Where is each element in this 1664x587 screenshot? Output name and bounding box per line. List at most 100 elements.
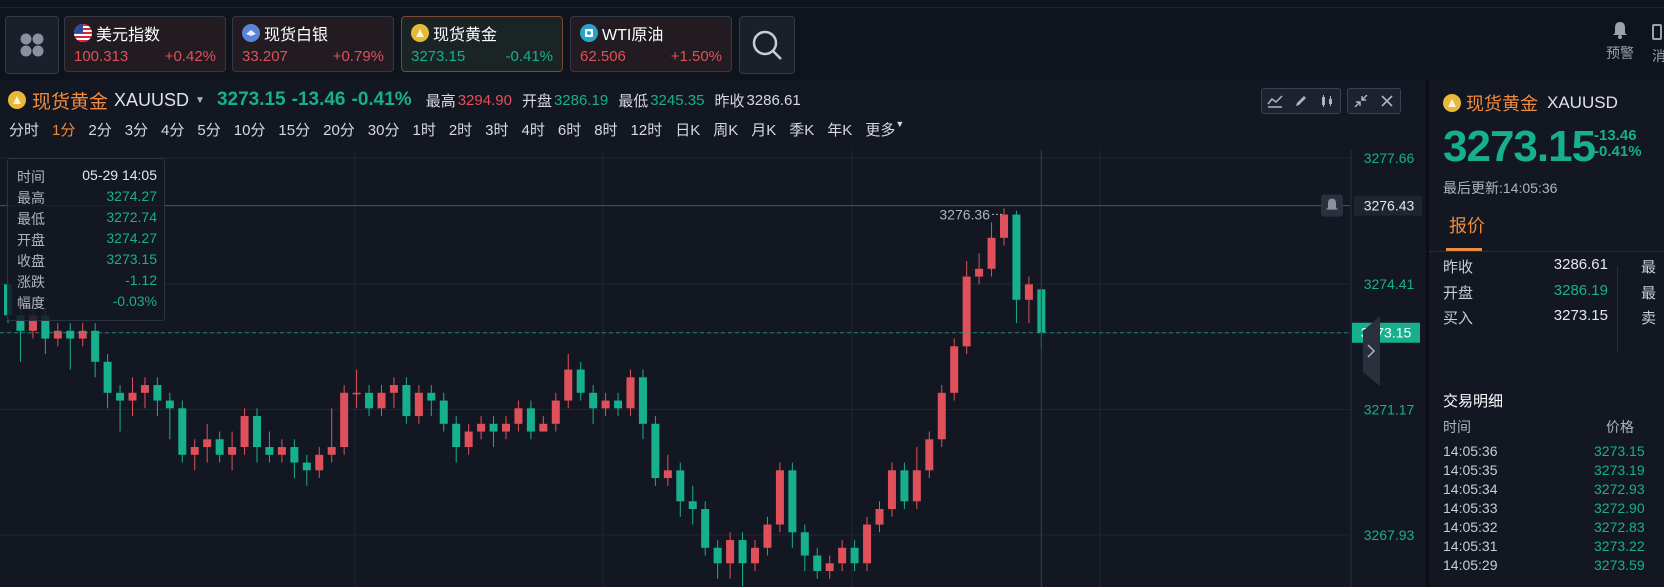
period-item[interactable]: 30分 (368, 119, 400, 141)
ticker-gold[interactable]: 现货黄金 3273.15 -0.41% (401, 16, 563, 72)
shrink-icon[interactable] (1348, 89, 1374, 113)
period-item[interactable]: 2分 (88, 119, 111, 141)
ticker-wti-oil[interactable]: WTI原油 62.506 +1.50% (570, 16, 732, 72)
high-value: 3294.90 (457, 91, 512, 109)
open-value: 3286.19 (553, 91, 609, 109)
period-item[interactable]: 2时 (449, 119, 472, 141)
candle-body (427, 392, 436, 401)
candle-body (539, 423, 548, 432)
period-item[interactable]: 1时 (412, 119, 435, 141)
price-change: -13.46 (291, 89, 346, 110)
candle-body (402, 385, 411, 417)
period-item[interactable]: 15分 (278, 119, 310, 141)
candle-body (688, 501, 697, 510)
ticker-silver[interactable]: 现货白银 33.207 +0.79% (232, 16, 394, 72)
period-more[interactable]: 更多 (865, 119, 895, 141)
candle-body (1000, 214, 1008, 238)
candle-body (253, 416, 261, 448)
candle-body (638, 377, 647, 424)
price-axis-label: 3267.93 (1364, 527, 1415, 543)
trade-row: 14:05:34 3272.93 (1443, 481, 1664, 499)
candle-body (937, 392, 946, 440)
trades-title: 交易明细 (1443, 393, 1504, 410)
chart-plot-area[interactable]: 3276.36 3277.66 3276.43 3274.41 3273.15 3271.… (0, 150, 1426, 587)
search-icon (752, 30, 782, 60)
open-label: 开盘 (521, 92, 552, 110)
edge-label: 消 (1652, 48, 1664, 64)
ticker-label: 美元指数 (96, 27, 161, 44)
tooltip-key: 最低 (17, 211, 45, 227)
edge-menu-item[interactable]: 消 (1652, 22, 1664, 68)
candle-body (78, 330, 87, 339)
search-button[interactable] (739, 16, 795, 74)
candle-body (452, 423, 461, 448)
candle-body (228, 447, 237, 455)
candle-body (365, 392, 374, 409)
ticker-usd-index[interactable]: 美元指数 100.313 +0.42% (64, 16, 226, 72)
period-item[interactable]: 季K (789, 119, 814, 141)
indicator-icon[interactable] (1262, 89, 1288, 113)
candle-body (53, 330, 62, 339)
candle-body (414, 392, 423, 417)
price-axis-label: 3274.41 (1364, 276, 1415, 292)
caret-down-icon[interactable]: ▼ (195, 95, 205, 106)
candle-body (788, 470, 797, 533)
tooltip-key: 时间 (17, 169, 45, 185)
candle-body (526, 408, 535, 432)
ticker-label: 现货白银 (264, 27, 329, 44)
symbol-name[interactable]: 现货黄金 (32, 87, 108, 114)
candle-body (775, 470, 784, 525)
pencil-icon[interactable] (1288, 89, 1314, 113)
alert-label: 预警 (1606, 45, 1634, 61)
candlestick-chart[interactable]: 3276.36 3277.66 3276.43 3274.41 3273.15 3271.… (0, 150, 1426, 587)
close-icon[interactable] (1374, 89, 1400, 113)
period-item[interactable]: 12时 (631, 119, 663, 141)
tooltip-key: 开盘 (17, 232, 45, 248)
period-selector: 分时 1分 2分 3分 4分 5分 10分 15分 20分 30分 1时 2时 3时 4时 6时 8时 12时日… (9, 119, 917, 141)
candle-body (975, 268, 984, 277)
period-item[interactable]: 1分 (52, 119, 75, 141)
low-label: 最低 (618, 92, 649, 110)
row-value: 3273.15 (1553, 307, 1608, 324)
current-price: 3273.15 (216, 89, 286, 110)
chart-tools (1261, 88, 1401, 114)
more-caret-icon[interactable]: ▼ (895, 119, 904, 141)
alert-button[interactable]: 预警 (1598, 20, 1642, 63)
symbol-code[interactable]: XAUUSD (114, 90, 189, 111)
candle-body (763, 524, 772, 548)
low-value: 3245.35 (650, 91, 705, 109)
trade-time: 14:05:36 (1443, 443, 1498, 459)
tooltip-value: 3272.74 (106, 209, 157, 225)
candle-body (128, 392, 137, 401)
period-item[interactable]: 月K (751, 119, 776, 141)
tab-quote[interactable]: 报价 (1449, 212, 1485, 238)
period-item[interactable]: 20分 (323, 119, 355, 141)
period-item[interactable]: 10分 (234, 119, 266, 141)
period-item[interactable]: 分时 (9, 119, 39, 141)
high-label: 最高 (425, 92, 456, 110)
menu-button[interactable] (5, 16, 59, 74)
period-item[interactable]: 日K (675, 119, 700, 141)
period-item[interactable]: 4分 (161, 119, 184, 141)
quote-change-pct: -0.41% (1594, 143, 1642, 160)
period-item[interactable]: 3时 (485, 119, 508, 141)
period-item[interactable]: 5分 (197, 119, 220, 141)
candle-type-icon[interactable] (1314, 89, 1340, 113)
period-item[interactable]: 3分 (125, 119, 148, 141)
tooltip-value: 3273.15 (106, 251, 157, 267)
side-label: 最 (1641, 285, 1657, 302)
candle-body (663, 470, 672, 479)
period-item[interactable]: 4时 (522, 119, 545, 141)
candle-body (589, 392, 598, 409)
ticker-name: 现货白银 (242, 21, 328, 45)
quote-title: 现货黄金 XAUUSD (1443, 90, 1618, 116)
side-label: 最 (1641, 259, 1657, 276)
ticker-price: 62.506 (580, 48, 626, 65)
chart-header: 现货黄金 XAUUSD ▼ 3273.15 -13.46 -0.41% 最高 3… (8, 87, 801, 114)
candle-body (651, 423, 660, 479)
row-label: 买入 (1443, 310, 1474, 327)
period-item[interactable]: 年K (827, 119, 852, 141)
period-item[interactable]: 8时 (594, 119, 617, 141)
period-item[interactable]: 6时 (558, 119, 581, 141)
period-item[interactable]: 周K (713, 119, 738, 141)
